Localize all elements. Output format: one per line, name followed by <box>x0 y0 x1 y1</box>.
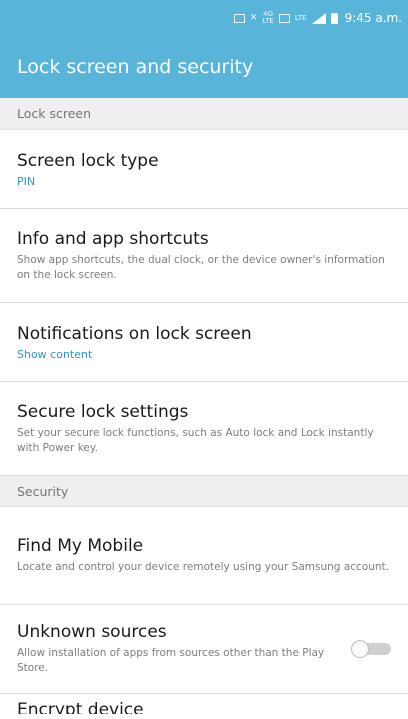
setting-title: Info and app shortcuts <box>17 228 209 249</box>
4g-icon: 4G LTE <box>262 10 274 25</box>
setting-description: Show app shortcuts, the dual clock, or t… <box>17 253 385 281</box>
status-bar: ✕ 4G LTE LTE 9:45 a.m. <box>0 0 408 36</box>
lte-icon: LTE <box>294 13 307 22</box>
setting-screen-lock-type[interactable]: Screen lock type PIN <box>0 130 408 209</box>
section-header-label: Security <box>17 483 69 499</box>
battery-icon <box>330 12 338 24</box>
setting-title: Unknown sources <box>17 622 167 642</box>
setting-title: Secure lock settings <box>17 401 189 422</box>
setting-title: Notifications on lock screen <box>17 323 252 344</box>
section-header-security: Security <box>0 476 408 507</box>
screenshot-icon <box>233 13 245 23</box>
mute-icon: ✕ <box>249 13 258 23</box>
section-header-lock-screen: Lock screen <box>0 98 408 130</box>
setting-notifications-lock-screen[interactable]: Notifications on lock screen Show conten… <box>0 303 408 382</box>
setting-unknown-sources[interactable]: Unknown sources Allow installation of ap… <box>0 605 408 694</box>
setting-secure-lock-settings[interactable]: Secure lock settings Set your secure loc… <box>0 382 408 476</box>
app-bar: Lock screen and security <box>0 36 408 98</box>
setting-title: Find My Mobile <box>17 536 144 556</box>
setting-value: PIN <box>17 174 36 188</box>
toggle-knob <box>351 640 369 658</box>
setting-description: Allow installation of apps from sources … <box>17 647 325 674</box>
signal-icon <box>311 12 326 24</box>
section-header-label: Lock screen <box>17 106 92 121</box>
setting-description: Locate and control your device remotely … <box>17 561 389 573</box>
nfc-icon <box>278 13 290 23</box>
clock: 9:45 a.m. <box>344 11 402 25</box>
setting-title: Encrypt device <box>17 700 144 714</box>
setting-encrypt-device[interactable]: Encrypt device <box>0 694 408 714</box>
setting-title: Screen lock type <box>17 150 159 171</box>
setting-value: Show content <box>17 347 93 361</box>
setting-info-app-shortcuts[interactable]: Info and app shortcuts Show app shortcut… <box>0 209 408 303</box>
unknown-sources-toggle[interactable] <box>351 640 391 658</box>
setting-text: Unknown sources Allow installation of ap… <box>17 622 327 676</box>
setting-find-my-mobile[interactable]: Find My Mobile Locate and control your d… <box>0 507 408 605</box>
page-title: Lock screen and security <box>17 56 254 78</box>
setting-description: Set your secure lock functions, such as … <box>17 426 374 454</box>
